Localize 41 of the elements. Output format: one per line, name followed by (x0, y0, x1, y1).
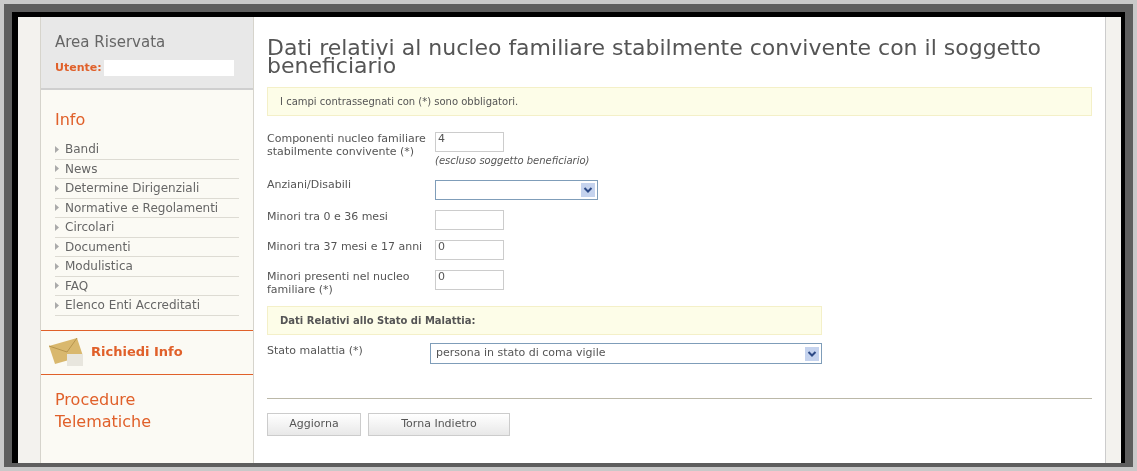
info-heading: Info (55, 109, 87, 131)
field-label: Anziani/Disabili (267, 178, 352, 191)
text-field[interactable] (435, 210, 504, 230)
request-info-link[interactable]: Richiedi Info (91, 342, 183, 362)
menu-link[interactable]: Normative e Regolamenti (65, 198, 219, 217)
field-label: Minori presenti nel nucleo familiare (*) (267, 270, 411, 296)
text-field[interactable]: 0 (435, 240, 504, 260)
bullet-triangle-icon (55, 262, 59, 270)
bullet-triangle-icon (55, 184, 59, 192)
text-field[interactable]: 0 (435, 270, 504, 290)
menu-link[interactable]: Circolari (65, 218, 115, 237)
bullet-triangle-icon (55, 204, 59, 212)
form-button[interactable]: Aggiorna (267, 413, 361, 436)
text-field[interactable]: 4 (435, 132, 504, 152)
form-button[interactable]: Torna Indietro (368, 413, 510, 436)
field-label: Minori tra 37 mesi e 17 anni (267, 240, 424, 253)
menu-link[interactable]: Documenti (65, 237, 131, 256)
menu-link[interactable]: Elenco Enti Accreditati (65, 296, 200, 315)
field-label: Stato malattia (*) (267, 343, 364, 359)
menu-link[interactable]: News (65, 159, 98, 178)
bullet-triangle-icon (55, 243, 59, 251)
procedures-heading: Procedure Telematiche (55, 388, 153, 433)
bullet-triangle-icon (55, 301, 59, 309)
field-hint: (escluso soggetto beneficiario) (435, 154, 590, 168)
bullet-triangle-icon (55, 282, 59, 290)
section-heading: Dati Relativi allo Stato di Malattia: (267, 306, 822, 335)
dropdown[interactable] (435, 180, 598, 200)
bullet-triangle-icon (55, 223, 59, 231)
menu-link[interactable]: Bandi (65, 140, 100, 159)
user-label: Utente: (55, 59, 102, 76)
menu-link[interactable]: Modulistica (65, 257, 133, 276)
field-label: Componenti nucleo familiare stabilmente convivente (*) (267, 132, 427, 158)
dropdown[interactable]: persona in stato di coma vigile (430, 343, 822, 364)
field-label: Minori tra 0 e 36 mesi (267, 210, 389, 223)
menu-link[interactable]: FAQ (65, 276, 89, 295)
page-title: Dati relativi al nucleo familiare stabilmente convivente con il soggetto beneficiario (267, 39, 1042, 75)
bullet-triangle-icon (55, 165, 59, 173)
menu-link[interactable]: Determine Dirigenziali (65, 179, 200, 198)
required-fields-note: I campi contrassegnati con (*) sono obbligatori. (267, 87, 1092, 116)
reserved-area-title: Area Riservata (55, 32, 167, 53)
bullet-triangle-icon (55, 145, 59, 153)
